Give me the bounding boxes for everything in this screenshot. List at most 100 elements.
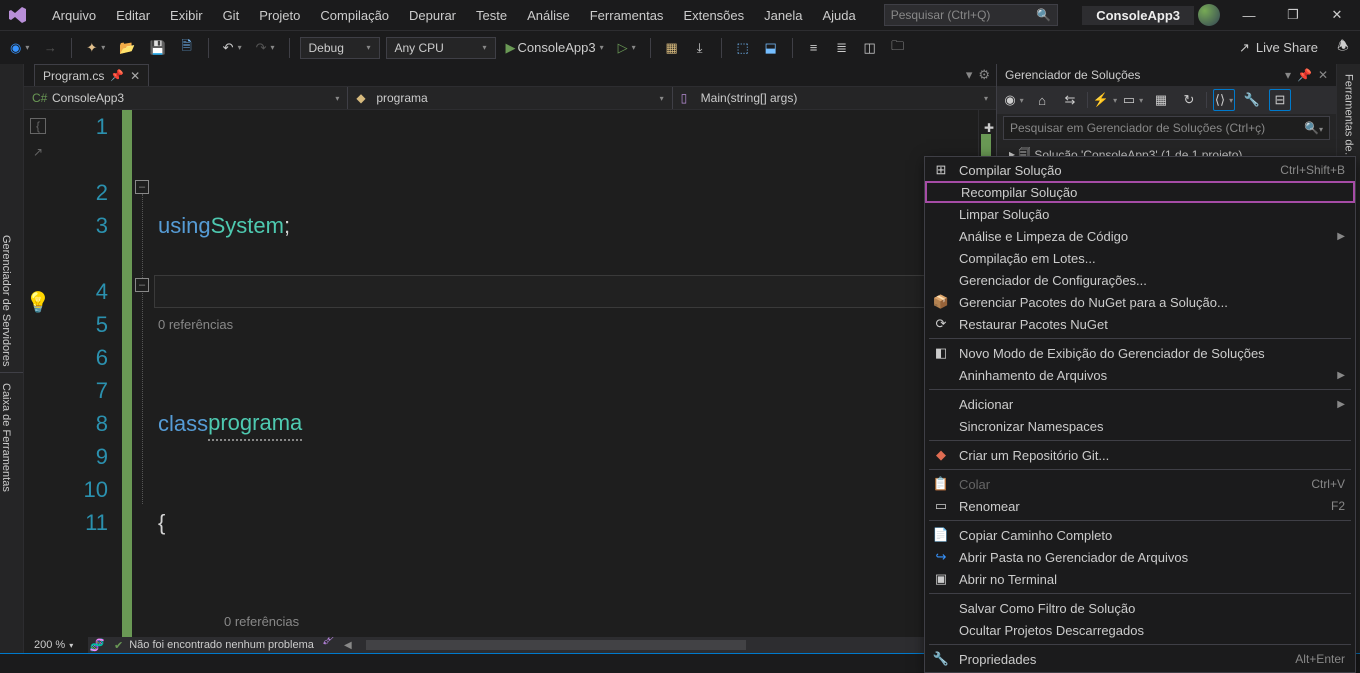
fold-toggle-icon[interactable]: – [135,278,149,292]
ctx-restaurar-pacotes-nuget[interactable]: ⟳Restaurar Pacotes NuGet [925,313,1355,335]
zoom-combo[interactable]: 200 %▾ [24,637,88,653]
tb-icon7[interactable]: ◫ [859,37,881,59]
feedback-icon[interactable]: 🕭 [1332,37,1354,59]
ctx-novo-modo-de-exibi-o-do-gerenciador-de-solu-es[interactable]: ◧Novo Modo de Exibição do Gerenciador de… [925,342,1355,364]
menu-arquivo[interactable]: Arquivo [42,2,106,29]
save-button[interactable]: 💾 [145,37,169,59]
nav-class[interactable]: ◆ programa▾ [348,87,672,109]
ctx-criar-um-reposit-rio-git[interactable]: ◆Criar um Repositório Git... [925,444,1355,466]
tb-icon2[interactable]: ⤓ [689,37,711,59]
nav-fwd-button[interactable]: → [39,37,61,59]
soln-filter-icon[interactable]: ▭▾ [1122,89,1144,111]
close-tab-icon[interactable]: ✕ [130,69,140,83]
codelens-refs[interactable]: 0 referências [158,605,978,637]
ctx-salvar-como-filtro-de-solu-o[interactable]: Salvar Como Filtro de Solução [925,597,1355,619]
ctx-renomear[interactable]: ▭RenomearF2 [925,495,1355,517]
h-scrollbar[interactable] [356,637,980,653]
tabs-gear-icon[interactable]: ⚙ [978,67,990,83]
redo-button[interactable]: ↷▾ [252,37,279,59]
live-share-button[interactable]: ↗ Live Share [1231,40,1326,56]
ctx-label: Recompilar Solução [961,185,1343,200]
menu-exibir[interactable]: Exibir [160,2,213,29]
ctx-propriedades[interactable]: 🔧PropriedadesAlt+Enter [925,648,1355,670]
soln-back-icon[interactable]: ◉▾ [1003,89,1025,111]
lightbulb-icon[interactable]: 💡 [26,287,51,320]
soln-pin-icon[interactable]: 📌 [1297,68,1312,82]
menu-depurar[interactable]: Depurar [399,2,466,29]
soln-sync-icon[interactable]: ⇆ [1059,89,1081,111]
tb-icon8[interactable]: 🗀 [887,37,909,59]
open-folder-button[interactable]: 📂 [115,37,139,59]
scroll-left-icon[interactable]: ◀ [340,640,356,651]
ctx-recompilar-solu-o[interactable]: Recompilar Solução [925,181,1355,203]
global-search-input[interactable]: Pesquisar (Ctrl+Q) 🔍 [884,4,1059,26]
menu-ajuda[interactable]: Ajuda [812,2,865,29]
ctx-sincronizar-namespaces[interactable]: Sincronizar Namespaces [925,415,1355,437]
nav-project[interactable]: C# ConsoleApp3▾ [24,87,348,109]
avatar[interactable] [1198,4,1220,26]
ctx-an-lise-e-limpeza-de-c-digo[interactable]: Análise e Limpeza de Código▶ [925,225,1355,247]
tb-icon4[interactable]: ⬓ [760,37,782,59]
maximize-button[interactable]: ❐ [1278,4,1308,26]
ctx-compilar-solu-o[interactable]: ⊞Compilar SoluçãoCtrl+Shift+B [925,159,1355,181]
outline-arrow-icon[interactable]: ↗ [33,136,43,169]
fold-toggle-icon[interactable]: – [135,180,149,194]
soln-view-icon[interactable]: ⟨⟩▾ [1213,89,1235,111]
health-indicator-icon[interactable]: 🧬 [88,638,106,652]
soln-home-icon[interactable]: ⌂ [1031,89,1053,111]
ctx-adicionar[interactable]: Adicionar▶ [925,393,1355,415]
nav-back-button[interactable]: ◉▾ [6,37,33,59]
menu-editar[interactable]: Editar [106,2,160,29]
undo-button[interactable]: ↶▾ [219,37,246,59]
start-debug-button[interactable]: ▶ ConsoleApp3▾ [502,37,608,59]
start-nodap-button[interactable]: ▷▾ [614,37,640,59]
menu-analise[interactable]: Análise [517,2,580,29]
save-all-button[interactable]: 🗎 [176,37,198,59]
ctx-gerenciador-de-configura-es[interactable]: Gerenciador de Configurações... [925,269,1355,291]
new-item-button[interactable]: ✦▾ [82,37,109,59]
soln-close-icon[interactable]: ✕ [1318,68,1328,82]
soln-search-input[interactable]: Pesquisar em Gerenciador de Soluções (Ct… [1003,116,1330,140]
ctx-copiar-caminho-completo[interactable]: 📄Copiar Caminho Completo [925,524,1355,546]
menu-ferramentas[interactable]: Ferramentas [580,2,674,29]
server-explorer-tab[interactable]: Gerenciador de Servidores [0,225,23,366]
fold-column[interactable]: – – [132,110,154,637]
nav-method[interactable]: ▯ Main(string[] args)▾ [673,87,996,109]
soln-bolt-icon[interactable]: ⚡▾ [1094,89,1116,111]
toolbox-tab[interactable]: Caixa de Ferramentas [0,372,23,492]
platform-combo[interactable]: Any CPU▾ [386,37,496,59]
menu-git[interactable]: Git [213,2,250,29]
soln-dropdown-icon[interactable]: ▾ [1285,68,1291,82]
tb-icon6[interactable]: ≣ [831,37,853,59]
ctx-aninhamento-de-arquivos[interactable]: Aninhamento de Arquivos▶ [925,364,1355,386]
soln-wrench-icon[interactable]: 🔧 [1241,89,1263,111]
pin-icon[interactable]: 📌 [110,69,124,82]
ctx-abrir-pasta-no-gerenciador-de-arquivos[interactable]: ↪Abrir Pasta no Gerenciador de Arquivos [925,546,1355,568]
code-editor[interactable]: { ↗ 💡 1 2 3 4 5 6 7 8 9 10 11 – [24,110,996,637]
soln-showall-icon[interactable]: ▦ [1150,89,1172,111]
ctx-abrir-no-terminal[interactable]: ▣Abrir no Terminal [925,568,1355,590]
menu-janela[interactable]: Janela [754,2,812,29]
ctx-limpar-solu-o[interactable]: Limpar Solução [925,203,1355,225]
menu-teste[interactable]: Teste [466,2,517,29]
health-message[interactable]: ✔Não foi encontrado nenhum problema [106,639,322,652]
ctx-label: Novo Modo de Exibição do Gerenciador de … [959,346,1345,361]
ctx-ocultar-projetos-descarregados[interactable]: Ocultar Projetos Descarregados [925,619,1355,641]
close-button[interactable]: ✕ [1322,4,1352,26]
tb-icon5[interactable]: ≡ [803,37,825,59]
tb-icon3[interactable]: ⬚ [732,37,754,59]
ctx-gerenciar-pacotes-do-nuget-para-a-solu-o[interactable]: 📦Gerenciar Pacotes do NuGet para a Soluç… [925,291,1355,313]
menu-compilacao[interactable]: Compilação [310,2,399,29]
outline-icon[interactable]: { [30,118,46,134]
config-combo[interactable]: Debug▾ [300,37,380,59]
minimize-button[interactable]: ― [1234,4,1264,26]
file-tab-program[interactable]: Program.cs 📌 ✕ [34,64,149,86]
codelens-refs[interactable]: 0 referências [158,308,978,341]
menu-extensoes[interactable]: Extensões [673,2,754,29]
tb-icon1[interactable]: ▦ [661,37,683,59]
menu-projeto[interactable]: Projeto [249,2,310,29]
soln-refresh-icon[interactable]: ↻ [1178,89,1200,111]
tabs-dropdown-icon[interactable]: ▾ [966,67,973,83]
soln-collapse-icon[interactable]: ⊟ [1269,89,1291,111]
ctx-compila-o-em-lotes[interactable]: Compilação em Lotes... [925,247,1355,269]
